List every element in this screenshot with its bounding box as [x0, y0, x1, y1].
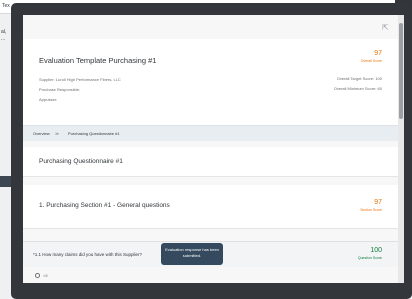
- breadcrumb: Overview ≫ Purchasing Questionnaire #1: [23, 125, 398, 141]
- section-card: 1. Purchasing Section #1 - General quest…: [23, 185, 398, 229]
- supplier-label: Supplier: Lundi High Performance Fibers,…: [39, 77, 121, 82]
- question-score: 100: [370, 247, 382, 254]
- toast-message: Evaluation response has been submitted.: [165, 247, 219, 258]
- dialog-scrollbar[interactable]: [398, 15, 404, 283]
- overall-score: 97: [374, 50, 382, 57]
- open-in-new-window-icon[interactable]: ⇱: [382, 24, 390, 32]
- questionnaire-title: Purchasing Questionnaire #1: [39, 158, 123, 165]
- appraiser-label: Appraiser:: [39, 97, 58, 102]
- overall-score-label: Overall Score: [360, 59, 382, 63]
- background-text: ...: [1, 36, 6, 42]
- page-title: Evaluation Template Purchasing #1: [39, 56, 157, 65]
- background-text: al,: [1, 29, 7, 35]
- answer-radio[interactable]: [35, 273, 40, 278]
- evaluation-header: Evaluation Template Purchasing #1 Suppli…: [23, 39, 398, 135]
- section-title: 1. Purchasing Section #1 - General quest…: [39, 202, 170, 209]
- section-score-label: Section Score: [360, 208, 382, 212]
- overall-minimum-score: Overall Minimum Score: 60: [333, 86, 382, 91]
- breadcrumb-separator-icon: ≫: [55, 131, 60, 136]
- purchase-responsible-label: Purchase Responsible:: [39, 87, 81, 92]
- questionnaire-card: Purchasing Questionnaire #1: [23, 147, 398, 177]
- overall-target-score: Overall Target Score: 100: [336, 76, 382, 81]
- background-header-text: Tex: [2, 3, 10, 9]
- question-score-label: Question Score: [357, 256, 382, 260]
- section-score: 97: [374, 199, 382, 206]
- answer-option-label[interactable]: <5: [43, 273, 48, 278]
- scrollbar-thumb[interactable]: [399, 23, 403, 119]
- breadcrumb-overview[interactable]: Overview: [33, 131, 50, 136]
- submission-toast: Evaluation response has been submitted.: [161, 243, 223, 265]
- question-text: *1.1 How many claims did you have with t…: [33, 252, 143, 257]
- breadcrumb-questionnaire[interactable]: Purchasing Questionnaire #1: [68, 131, 120, 136]
